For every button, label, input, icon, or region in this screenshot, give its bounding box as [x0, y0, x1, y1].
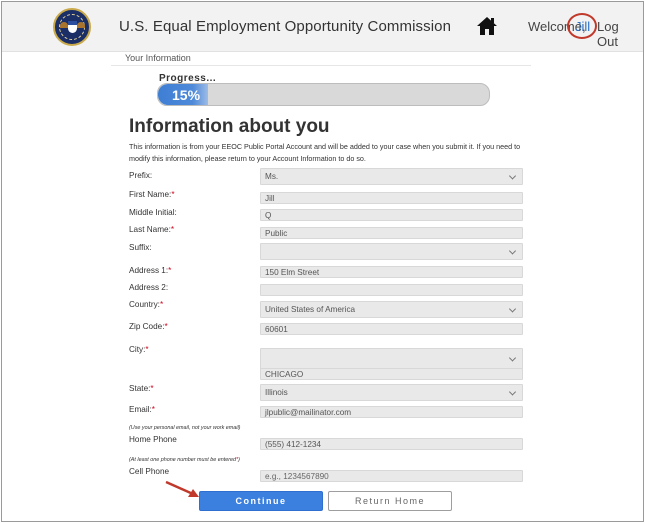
chevron-down-icon [508, 354, 517, 362]
middle-initial-label: Middle Initial: [129, 208, 177, 217]
first-name-label: First Name:* [129, 190, 175, 199]
address1-label: Address 1:* [129, 266, 172, 275]
first-name-field[interactable]: Jill [260, 192, 523, 204]
chevron-down-icon [508, 304, 517, 313]
country-select[interactable]: United States of America [260, 301, 523, 318]
chevron-down-icon [508, 387, 517, 396]
email-field[interactable]: jlpublic@mailinator.com [260, 406, 523, 418]
country-label: Country:* [129, 300, 164, 309]
home-phone-label: Home Phone [129, 435, 177, 444]
email-label: Email:* [129, 405, 155, 414]
home-icon[interactable] [476, 16, 498, 36]
suffix-select[interactable] [260, 243, 523, 260]
suffix-label: Suffix: [129, 243, 152, 252]
annotation-circle [567, 13, 597, 39]
continue-button[interactable]: Continue [199, 491, 323, 511]
agency-name: U.S. Equal Employment Opportunity Commis… [119, 18, 452, 35]
top-header: U.S. Equal Employment Opportunity Commis… [2, 2, 643, 52]
email-hint: (Use your personal email, not your work … [129, 425, 241, 431]
address2-label: Address 2: [129, 283, 169, 292]
cell-phone-label: Cell Phone [129, 467, 170, 476]
state-select[interactable]: Illinois [260, 384, 523, 401]
app-window: U.S. Equal Employment Opportunity Commis… [1, 1, 644, 522]
state-value: Illinois [265, 388, 288, 397]
divider [111, 65, 531, 66]
city-text-field[interactable]: CHICAGO [260, 368, 523, 380]
last-name-label: Last Name:* [129, 225, 175, 234]
breadcrumb: Your Information [125, 53, 191, 63]
logout-link[interactable]: Log Out [597, 19, 643, 49]
country-value: United States of America [265, 305, 356, 314]
progress-bar: 15% [157, 83, 490, 106]
city-label: City:* [129, 345, 149, 354]
city-select[interactable] [260, 348, 523, 370]
state-label: State:* [129, 384, 154, 393]
chevron-down-icon [508, 246, 517, 255]
prefix-value: Ms. [265, 172, 279, 181]
prefix-select[interactable]: Ms. [260, 168, 523, 185]
annotation-arrow-icon [165, 480, 199, 497]
cell-phone-field[interactable]: e.g., 1234567890 [260, 470, 523, 482]
chevron-down-icon [508, 171, 517, 180]
prefix-label: Prefix: [129, 171, 153, 180]
page-title: Information about you [129, 116, 330, 137]
return-home-button[interactable]: Return Home [328, 491, 452, 511]
intro-text: This information is from your EEOC Publi… [129, 142, 521, 163]
zip-field[interactable]: 60601 [260, 323, 523, 335]
middle-initial-field[interactable]: Q [260, 209, 523, 221]
zip-label: Zip Code:* [129, 322, 168, 331]
last-name-field[interactable]: Public [260, 227, 523, 239]
address1-field[interactable]: 150 Elm Street [260, 266, 523, 278]
progress-value: 15% [172, 87, 201, 103]
address2-field[interactable] [260, 284, 523, 296]
eeoc-seal-logo [53, 8, 91, 46]
home-phone-field[interactable]: (555) 412-1234 [260, 438, 523, 450]
phone-hint: (At least one phone number must be enter… [129, 457, 240, 463]
